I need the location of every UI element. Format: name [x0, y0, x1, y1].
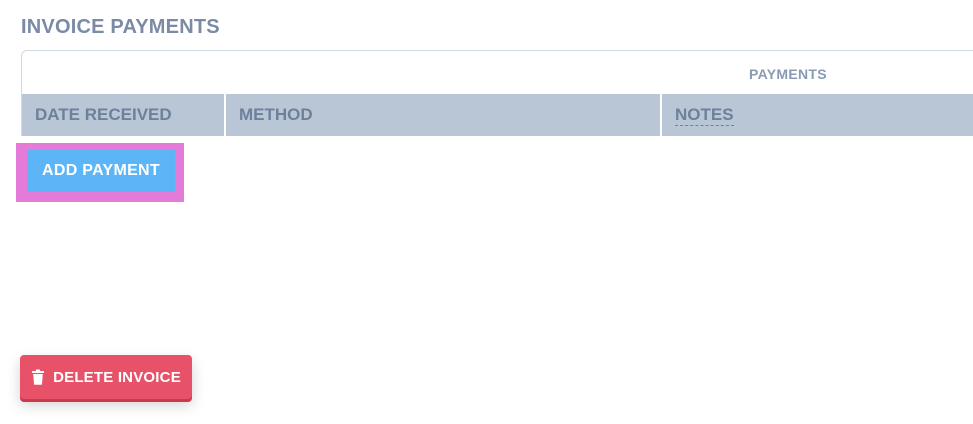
section-title: INVOICE PAYMENTS: [21, 16, 220, 38]
column-header-method[interactable]: METHOD: [226, 94, 662, 136]
trash-icon: [32, 369, 45, 385]
column-header-notes[interactable]: NOTES: [662, 94, 973, 136]
delete-invoice-label: DELETE INVOICE: [53, 368, 181, 386]
delete-invoice-button[interactable]: DELETE INVOICE: [20, 355, 192, 399]
payments-table: PAYMENTS DATE RECEIVED METHOD NOTES: [21, 50, 973, 136]
column-header-notes-label[interactable]: NOTES: [675, 105, 734, 126]
column-header-date-received[interactable]: DATE RECEIVED: [22, 94, 226, 136]
add-payment-button[interactable]: ADD PAYMENT: [27, 150, 175, 192]
invoice-payments-page: INVOICE PAYMENTS PAYMENTS DATE RECEIVED …: [0, 0, 973, 424]
table-caption: PAYMENTS: [749, 66, 827, 82]
table-header-row: DATE RECEIVED METHOD NOTES: [22, 94, 973, 136]
